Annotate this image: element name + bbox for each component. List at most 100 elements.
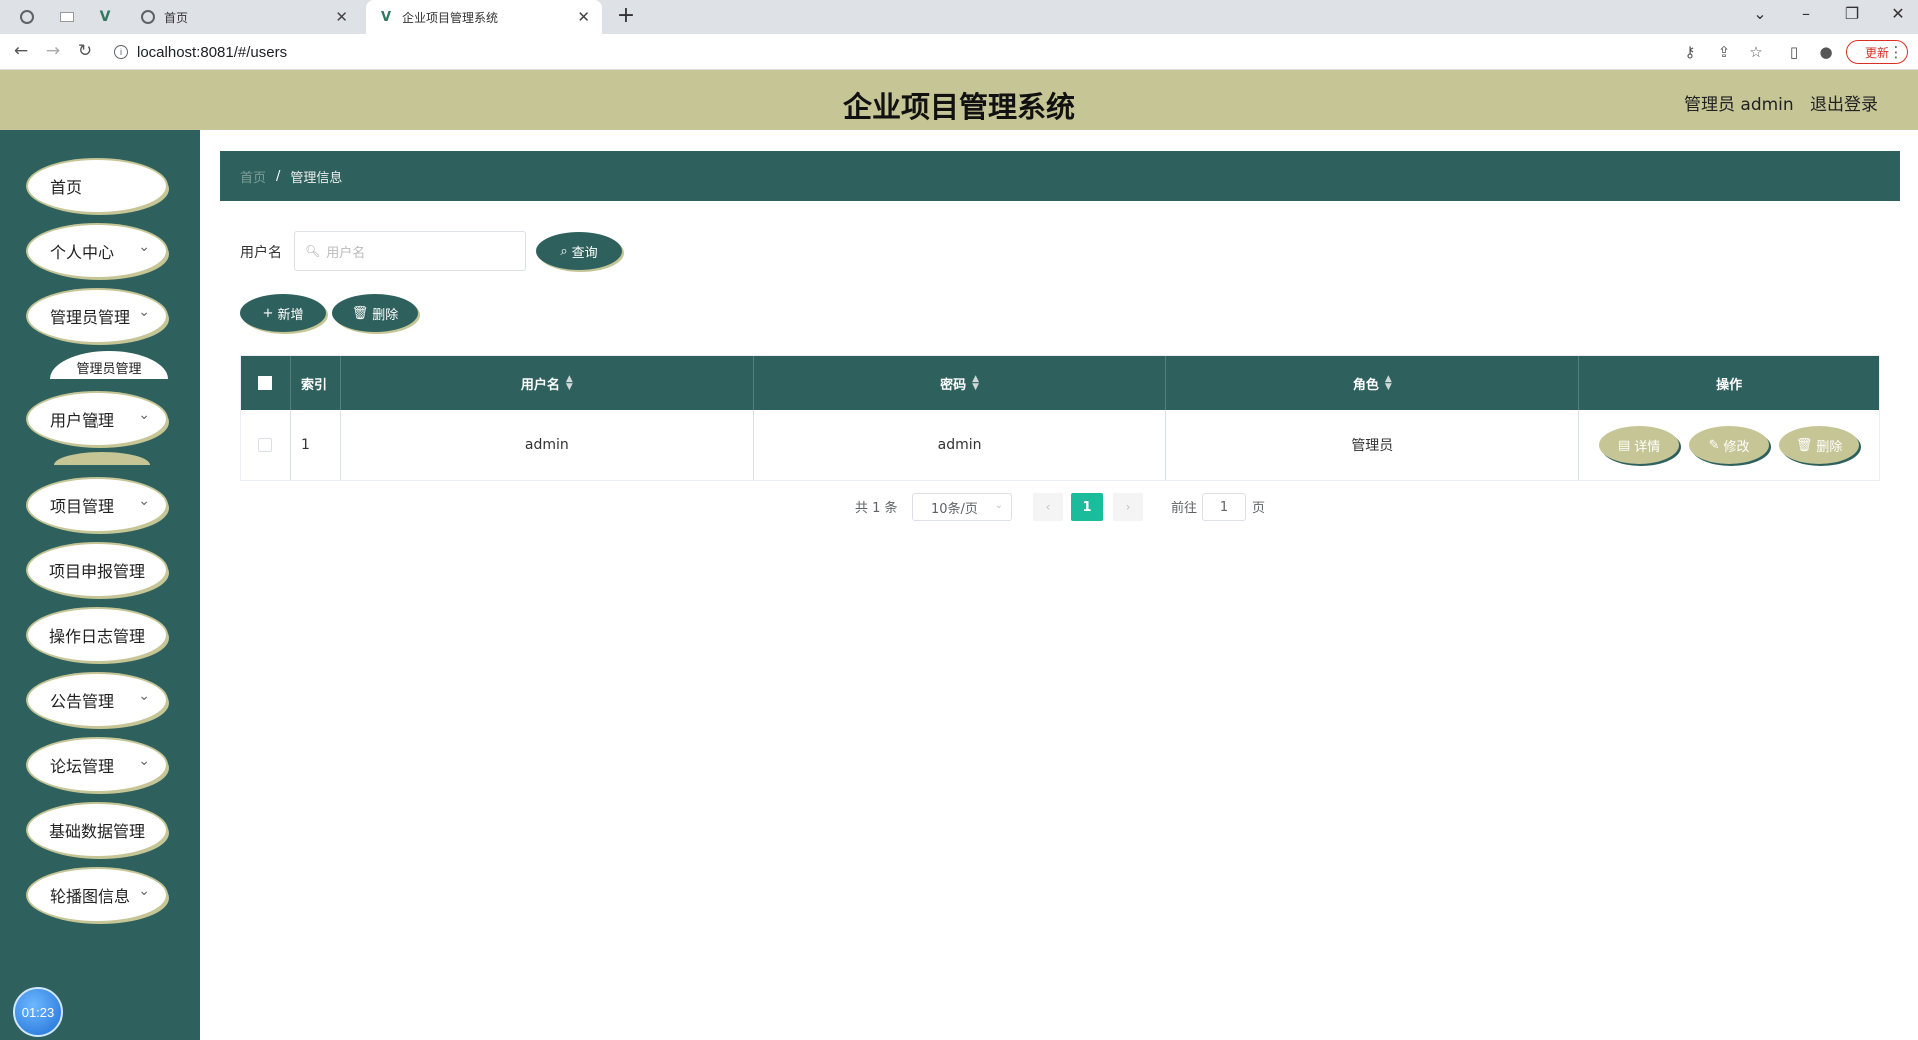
table-row: 1 admin admin 管理员 ▤ 详情 ✎ 修改 🗑︎ 删除 — [241, 410, 1879, 480]
minimize-icon[interactable]: – — [1794, 4, 1818, 23]
mouse-cursor-icon: ☝ — [88, 412, 99, 433]
pinned-tab-globe[interactable] — [18, 8, 36, 26]
sidebar-subitem-label: 管理员管理 — [76, 362, 142, 377]
back-icon[interactable]: ← — [10, 41, 32, 61]
header-role[interactable]: 角色 ▲ ▼ — [1166, 356, 1580, 410]
sidebar-item-label: 论坛管理 — [50, 757, 115, 776]
sort-icon[interactable]: ▲ ▼ — [972, 375, 979, 392]
sidebar-item-basic-data[interactable]: 基础数据管理 — [28, 804, 166, 856]
tab-search-icon[interactable]: ⌄ — [1748, 4, 1772, 23]
trash-icon: 🗑︎ — [1795, 437, 1813, 453]
chevron-down-icon: ⌄ — [138, 407, 150, 423]
header-username[interactable]: 用户名 ▲ ▼ — [341, 356, 754, 410]
next-page-button[interactable]: › — [1113, 493, 1143, 521]
query-button[interactable]: ⌕ 查询 — [536, 232, 622, 270]
close-icon[interactable]: ✕ — [577, 8, 590, 26]
header-label: 用户名 — [520, 377, 560, 393]
prev-page-button[interactable]: ‹ — [1033, 493, 1063, 521]
sidebar-item-label: 公告管理 — [50, 692, 115, 711]
url-text: localhost:8081/#/users — [137, 43, 288, 61]
clock-widget[interactable]: 01:23 — [13, 987, 63, 1037]
pinned-tab-blank[interactable] — [58, 8, 76, 26]
search-placeholder: 用户名 — [326, 245, 366, 261]
globe-icon — [140, 9, 156, 25]
cell-index: 1 — [291, 410, 341, 480]
header-label: 角色 — [1352, 377, 1379, 393]
sidebar-item-carousel[interactable]: 轮播图信息 ⌄ — [28, 869, 166, 921]
chevron-right-icon: › — [1125, 500, 1131, 514]
sidebar-item-announcement[interactable]: 公告管理 ⌄ — [28, 674, 166, 726]
goto-label: 前往 — [1171, 500, 1198, 516]
sidebar-item-label: 管理员管理 — [50, 308, 131, 327]
reload-icon[interactable]: ↻ — [74, 41, 96, 61]
detail-button-label: 详情 — [1634, 439, 1661, 455]
checkbox[interactable] — [258, 438, 273, 452]
pencil-icon: ✎ — [1708, 437, 1720, 453]
header-select-all[interactable] — [241, 356, 291, 410]
page-size-value: 10条/页 — [931, 501, 978, 517]
page-size-select[interactable]: 10条/页 ⌄ — [912, 493, 1012, 521]
row-delete-button[interactable]: 🗑︎ 删除 — [1779, 426, 1860, 464]
chevron-down-icon: ⌄ — [138, 493, 150, 509]
sidebar-item-forum[interactable]: 论坛管理 ⌄ — [28, 739, 166, 791]
vue-icon: V — [99, 9, 111, 25]
delete-button[interactable]: 🗑︎ 删除 — [332, 294, 418, 332]
globe-icon — [20, 10, 34, 24]
sidebar-item-personal-center[interactable]: 个人中心 ⌄ — [28, 225, 166, 277]
tab-active[interactable]: V 企业项目管理系统 ✕ — [366, 0, 602, 34]
share-icon[interactable]: ⇪ — [1714, 43, 1734, 61]
new-tab-icon[interactable]: + — [614, 3, 638, 28]
search-label: 用户名 — [240, 245, 282, 261]
cell-role: 管理员 — [1166, 410, 1580, 480]
update-label: 更新 — [1864, 45, 1889, 60]
forward-icon[interactable]: → — [42, 41, 64, 61]
address-bar[interactable]: i localhost:8081/#/users — [108, 40, 1648, 64]
edit-button[interactable]: ✎ 修改 — [1689, 426, 1770, 464]
sidebar-item-project-application[interactable]: 项目申报管理 — [28, 544, 166, 596]
restore-icon[interactable]: ❐ — [1840, 4, 1864, 23]
breadcrumb-home[interactable]: 首页 — [240, 167, 266, 186]
profile-icon[interactable]: ● — [1816, 43, 1836, 61]
search-input[interactable]: 🔍︎ 用户名 — [294, 231, 526, 271]
sort-icon[interactable]: ▲ ▼ — [566, 375, 573, 392]
header-index: 索引 — [291, 356, 341, 410]
sort-icon[interactable]: ▲ ▼ — [1385, 375, 1392, 392]
header-label: 密码 — [940, 377, 967, 393]
window-close-icon[interactable]: ✕ — [1886, 4, 1910, 23]
row-select[interactable] — [241, 410, 291, 480]
detail-button[interactable]: ▤ 详情 — [1599, 426, 1680, 464]
chevron-down-icon: ⌄ — [138, 304, 150, 320]
sidebar-item-project-management[interactable]: 项目管理 ⌄ — [28, 479, 166, 531]
sidebar-item-home[interactable]: 首页 — [28, 160, 166, 212]
header-password[interactable]: 密码 ▲ ▼ — [754, 356, 1167, 410]
chevron-down-icon: ⌄ — [138, 883, 150, 899]
checkbox[interactable] — [258, 376, 273, 390]
plus-icon: + — [262, 305, 274, 321]
update-button[interactable]: 更新 — [1846, 40, 1908, 64]
chevron-down-icon: ⌄ — [138, 688, 150, 704]
tab-home[interactable]: 首页 ✕ — [128, 0, 360, 34]
chevron-down-icon: ⌄ — [138, 239, 150, 255]
chevron-down-icon: ⌄ — [994, 500, 1003, 511]
pinned-tab-vue[interactable]: V — [96, 8, 114, 26]
breadcrumb-separator: / — [276, 168, 281, 184]
sidebar-item-admin-management[interactable]: 管理员管理 ⌄ — [28, 290, 166, 342]
sidebar-item-operation-log[interactable]: 操作日志管理 — [28, 609, 166, 661]
chevron-down-icon: ⌄ — [138, 753, 150, 769]
logout-link[interactable]: 退出登录 — [1810, 90, 1878, 115]
add-button[interactable]: + 新增 — [240, 294, 326, 332]
key-icon[interactable]: ⚷ — [1680, 43, 1700, 61]
sidebar-item-label: 项目管理 — [50, 497, 115, 516]
query-button-label: 查询 — [571, 245, 598, 261]
sidepanel-icon[interactable]: ▯ — [1784, 43, 1804, 61]
page-number-current[interactable]: 1 — [1071, 493, 1103, 521]
goto-page-input[interactable]: 1 — [1202, 493, 1246, 521]
info-icon[interactable]: i — [114, 45, 128, 59]
sidebar-item-label: 用户管理 — [50, 411, 115, 430]
search-icon: ⌕ — [560, 243, 568, 259]
close-icon[interactable]: ✕ — [335, 8, 348, 26]
star-icon[interactable]: ☆ — [1746, 43, 1766, 61]
pagination-total: 共 1 条 — [855, 500, 898, 516]
current-user: 管理员 admin — [1684, 95, 1794, 115]
breadcrumb-current: 管理信息 — [290, 170, 343, 186]
